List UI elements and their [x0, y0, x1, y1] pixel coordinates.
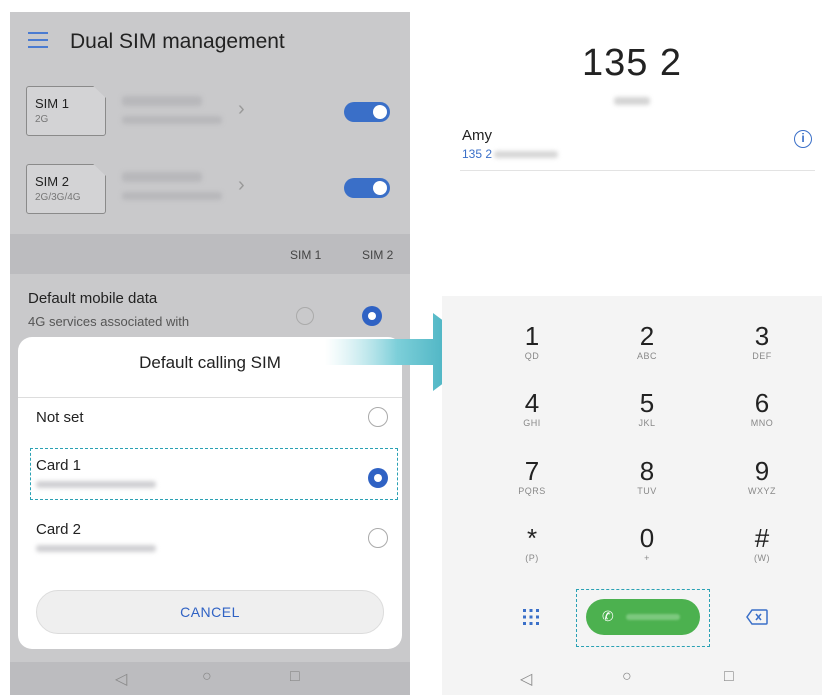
key-digit: 1: [524, 321, 540, 351]
key-5[interactable]: 5 JKL: [592, 389, 702, 428]
column-sim1: SIM 1: [290, 248, 322, 262]
key-7[interactable]: 7 PQRS: [477, 457, 587, 496]
page-title: Dual SIM management: [70, 30, 285, 53]
blurred-contact-number: [494, 151, 558, 158]
key-letters: DEF: [752, 351, 772, 361]
sim-card-icon: SIM 1 2G: [26, 86, 106, 136]
blurred-card1-number: [36, 481, 156, 488]
backspace-icon[interactable]: [746, 609, 768, 625]
key-letters: (W): [754, 553, 770, 563]
header: Dual SIM management: [10, 12, 410, 74]
default-data-title: Default mobile data: [28, 290, 158, 307]
blurred-number: [122, 192, 222, 200]
key-0[interactable]: 0 +: [592, 524, 702, 563]
key-letters: MNO: [750, 418, 774, 428]
blurred-location: [614, 97, 650, 105]
contact-number[interactable]: 135 2: [462, 147, 492, 161]
back-icon[interactable]: ◁: [115, 669, 127, 689]
back-icon[interactable]: ◁: [520, 669, 532, 689]
sim2-toggle[interactable]: [344, 178, 390, 198]
option-card2[interactable]: Card 2: [36, 521, 81, 538]
blurred-number: [122, 116, 222, 124]
key-digit: 4: [524, 388, 540, 418]
blurred-sim-label: [626, 614, 680, 620]
key-digit: 9: [754, 456, 770, 486]
sim-card-icon: SIM 2 2G/3G/4G: [26, 164, 106, 214]
key-digit: 2: [639, 321, 655, 351]
key-hash[interactable]: # (W): [707, 524, 817, 563]
dialer-screen: 135 2 Amy 135 2 i 1 QD 2 ABC 3 DEF 4 GHI…: [442, 12, 822, 695]
card1-radio[interactable]: [368, 468, 388, 488]
key-digit: 3: [754, 321, 770, 351]
data-sim1-radio[interactable]: [296, 307, 314, 325]
card2-radio[interactable]: [368, 528, 388, 548]
option-card1[interactable]: Card 1: [36, 457, 81, 474]
key-4[interactable]: 4 GHI: [477, 389, 587, 428]
navigation-bar: ◁ ○ □: [442, 662, 822, 695]
hamburger-icon[interactable]: [28, 32, 48, 48]
sim2-network: 2G/3G/4G: [35, 192, 81, 203]
key-3[interactable]: 3 DEF: [707, 322, 817, 361]
highlight-box: [30, 448, 398, 500]
sim1-row[interactable]: SIM 1 2G ›: [10, 78, 410, 150]
dialpad-grid-icon[interactable]: [522, 608, 540, 626]
key-digit: 6: [754, 388, 770, 418]
key-digit: 7: [524, 456, 540, 486]
key-letters: QD: [524, 351, 540, 361]
sim2-label: SIM 2: [35, 174, 69, 189]
key-digit: *: [526, 523, 538, 553]
key-digit: 0: [639, 523, 655, 553]
sim1-network: 2G: [35, 114, 49, 125]
column-sim2: SIM 2: [362, 248, 394, 262]
key-digit: #: [754, 523, 770, 553]
not-set-radio[interactable]: [368, 407, 388, 427]
home-icon[interactable]: ○: [202, 668, 212, 686]
key-letters: WXYZ: [748, 486, 776, 496]
section-band: [10, 234, 410, 274]
sim1-label: SIM 1: [35, 96, 69, 111]
key-2[interactable]: 2 ABC: [592, 322, 702, 361]
key-letters: TUV: [637, 486, 657, 496]
key-8[interactable]: 8 TUV: [592, 457, 702, 496]
key-1[interactable]: 1 QD: [477, 322, 587, 361]
blurred-card2-number: [36, 545, 156, 552]
chevron-right-icon: ›: [238, 174, 245, 196]
contact-name[interactable]: Amy: [462, 127, 492, 144]
key-letters: ABC: [636, 351, 657, 361]
key-digit: 8: [639, 456, 655, 486]
key-digit: 5: [639, 388, 655, 418]
key-6[interactable]: 6 MNO: [707, 389, 817, 428]
key-letters: (P): [525, 553, 539, 563]
cancel-button[interactable]: CANCEL: [36, 590, 384, 634]
blurred-operator: [122, 172, 202, 182]
blurred-operator: [122, 96, 202, 106]
key-letters: +: [644, 553, 650, 563]
recent-apps-icon[interactable]: □: [724, 668, 734, 686]
dialed-number: 135 2: [581, 42, 683, 84]
info-icon[interactable]: i: [794, 130, 812, 148]
phone-icon: ✆: [602, 608, 614, 624]
key-letters: GHI: [523, 418, 541, 428]
divider: [18, 397, 402, 398]
sim2-row[interactable]: SIM 2 2G/3G/4G ›: [10, 156, 410, 228]
option-not-set[interactable]: Not set: [36, 409, 84, 426]
navigation-bar: ◁ ○ □: [10, 662, 410, 695]
key-letters: JKL: [638, 418, 656, 428]
divider: [460, 170, 815, 171]
home-icon[interactable]: ○: [622, 668, 632, 686]
sim1-toggle[interactable]: [344, 102, 390, 122]
chevron-right-icon: ›: [238, 98, 245, 120]
recent-apps-icon[interactable]: □: [290, 668, 300, 686]
key-letters: PQRS: [518, 486, 546, 496]
call-button[interactable]: ✆: [586, 599, 700, 635]
key-star[interactable]: * (P): [477, 524, 587, 563]
default-data-subtitle: 4G services associated with: [28, 314, 190, 329]
key-9[interactable]: 9 WXYZ: [707, 457, 817, 496]
